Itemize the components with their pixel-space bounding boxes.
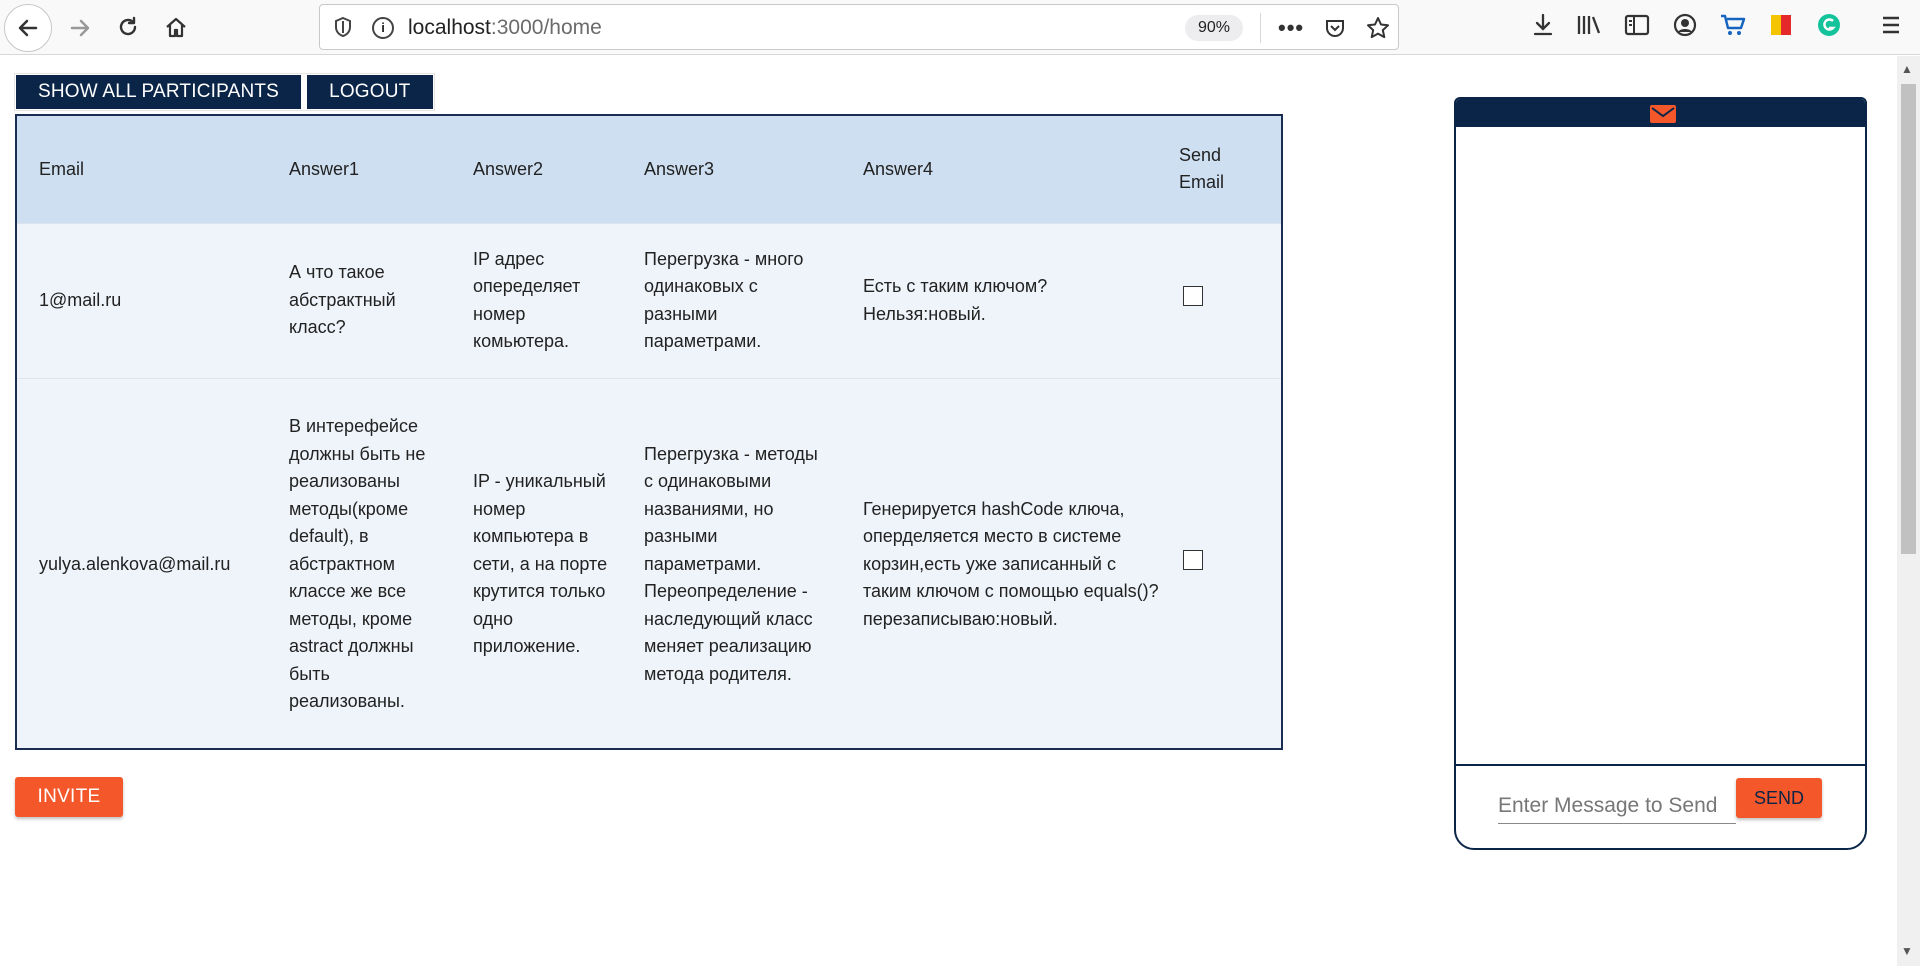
- cell-answer2: IP адрес опеределяет номер комьютера.: [473, 248, 581, 352]
- scroll-thumb[interactable]: [1901, 84, 1916, 554]
- bookmark-star-icon[interactable]: [1366, 16, 1390, 40]
- info-icon[interactable]: i: [372, 17, 394, 39]
- chat-header: [1456, 99, 1865, 127]
- url-text[interactable]: localhost:3000/home: [408, 16, 602, 40]
- menu-icon[interactable]: [1875, 12, 1907, 38]
- cell-email: yulya.alenkova@mail.ru: [39, 553, 231, 574]
- flag-extension-icon[interactable]: [1765, 12, 1797, 38]
- send-button[interactable]: SEND: [1736, 778, 1822, 818]
- cell-send: [1179, 378, 1281, 748]
- chat-messages: [1456, 127, 1865, 766]
- header-answer3: Answer3: [644, 158, 715, 179]
- sidebar-icon[interactable]: [1621, 12, 1653, 38]
- url-bar[interactable]: i localhost:3000/home 90% •••: [319, 4, 1399, 50]
- cell-answer3: Перегрузка - методы с одинаковыми назван…: [644, 443, 818, 684]
- chat-footer: SEND: [1456, 766, 1865, 846]
- download-icon[interactable]: [1527, 12, 1559, 38]
- participants-table: Email Answer1 Answer2 Answer3 Answer4 Se…: [15, 114, 1283, 750]
- cell-answer3: Перегрузка - много одинаковых с разными …: [644, 248, 804, 352]
- cell-answer4: Есть с таким ключом?Нельзя:новый.: [863, 276, 1048, 324]
- header-answer2: Answer2: [473, 158, 544, 179]
- home-icon[interactable]: [152, 4, 200, 52]
- send-email-checkbox[interactable]: [1183, 286, 1203, 307]
- cell-send: [1179, 223, 1281, 378]
- shield-icon[interactable]: [333, 16, 353, 38]
- url-host: localhost: [408, 16, 491, 39]
- chat-panel: SEND: [1454, 97, 1867, 850]
- forward-icon[interactable]: [56, 4, 104, 52]
- cart-icon[interactable]: [1717, 12, 1749, 38]
- url-separator: [1260, 13, 1261, 43]
- header-answer1: Answer1: [289, 158, 360, 179]
- header-email: Email: [39, 158, 85, 179]
- zoom-badge[interactable]: 90%: [1185, 15, 1243, 41]
- cell-answer4: Генерируется hashCode ключа, оперделяетс…: [863, 498, 1159, 629]
- grammarly-icon[interactable]: [1813, 12, 1845, 38]
- send-email-checkbox[interactable]: [1183, 550, 1203, 570]
- back-icon[interactable]: [4, 4, 52, 52]
- page-scrollbar[interactable]: ▲ ▼: [1897, 56, 1920, 966]
- account-icon[interactable]: [1669, 12, 1701, 38]
- cell-email: 1@mail.ru: [39, 289, 122, 310]
- reload-icon[interactable]: [104, 4, 152, 52]
- more-actions-icon[interactable]: •••: [1278, 15, 1304, 41]
- scroll-up-icon[interactable]: ▲: [1901, 62, 1913, 76]
- cell-answer1: А что такое абстрактный класс?: [289, 262, 396, 338]
- top-button-group: SHOW ALL PARTICIPANTS LOGOUT: [14, 73, 435, 111]
- show-all-participants-button[interactable]: SHOW ALL PARTICIPANTS: [16, 75, 302, 109]
- browser-toolbar: i localhost:3000/home 90% •••: [0, 0, 1920, 55]
- cell-answer1: В интерефейсе должны быть не реализованы…: [289, 416, 426, 711]
- table-header-row: Email Answer1 Answer2 Answer3 Answer4 Se…: [17, 116, 1281, 223]
- mail-icon: [1650, 105, 1676, 123]
- chat-message-input[interactable]: [1498, 788, 1736, 824]
- invite-button[interactable]: INVITE: [15, 777, 123, 817]
- table-row: 1@mail.ru А что такое абстрактный класс?…: [17, 223, 1281, 378]
- cell-answer2: IP - уникальный номер компьютера в сети,…: [473, 471, 608, 656]
- pocket-icon[interactable]: [1324, 17, 1346, 39]
- header-send-email: Send Email: [1179, 144, 1225, 193]
- header-answer4: Answer4: [863, 158, 934, 179]
- url-path: :3000/home: [490, 16, 602, 39]
- logout-button[interactable]: LOGOUT: [307, 75, 433, 109]
- table-row: yulya.alenkova@mail.ru В интерефейсе дол…: [17, 378, 1281, 748]
- scroll-down-icon[interactable]: ▼: [1901, 944, 1913, 958]
- library-icon[interactable]: [1573, 12, 1605, 38]
